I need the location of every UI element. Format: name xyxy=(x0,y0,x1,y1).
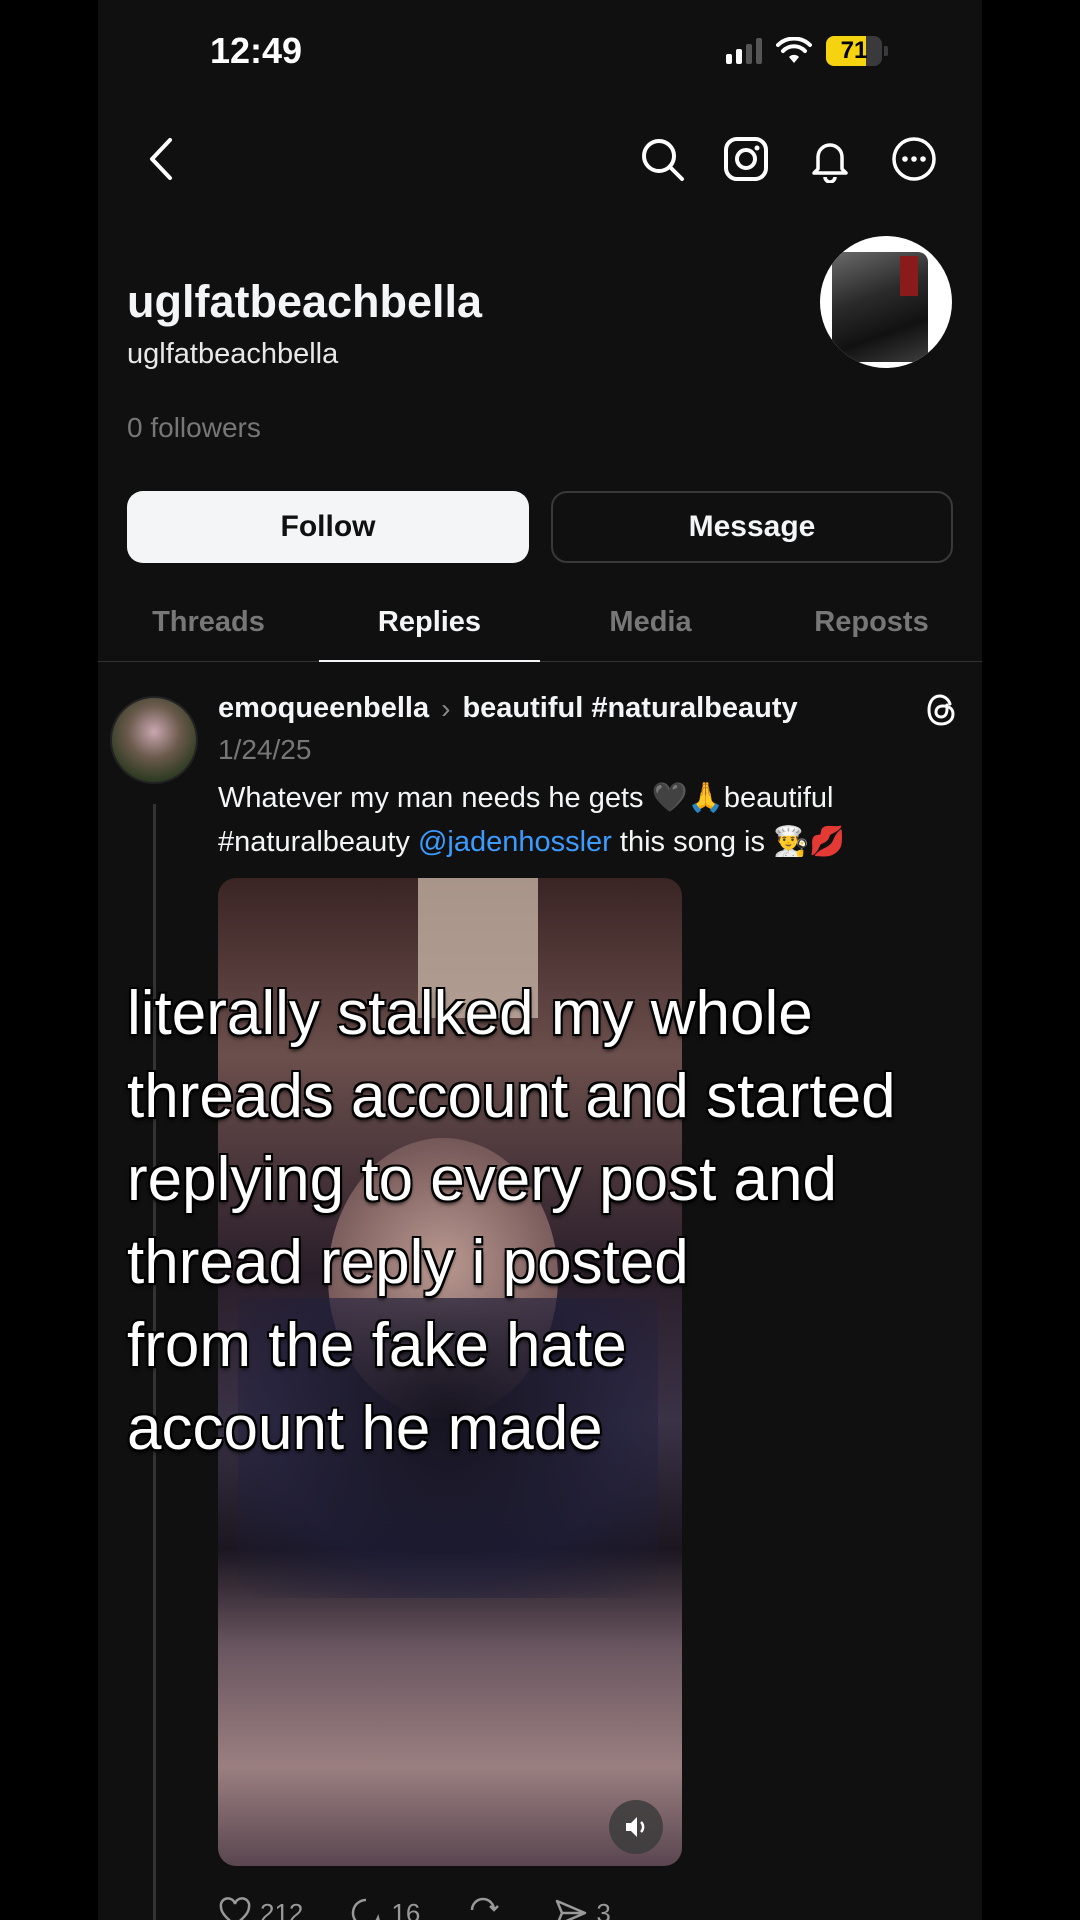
comment-count: 16 xyxy=(391,1897,421,1920)
wifi-icon xyxy=(776,37,812,63)
comment-icon xyxy=(352,1898,381,1920)
message-button[interactable]: Message xyxy=(551,491,953,563)
video-caption-overlay: literally stalked my whole threads accou… xyxy=(127,979,896,1463)
threads-logo-icon xyxy=(927,694,955,726)
more-options-icon[interactable] xyxy=(890,135,938,183)
post-mention-link[interactable]: @jadenhossler xyxy=(418,826,612,858)
post-header: emoqueenbella › beautiful #naturalbeauty xyxy=(218,692,798,725)
battery-percent: 71 xyxy=(840,37,868,64)
search-icon[interactable] xyxy=(638,135,686,183)
bell-icon[interactable] xyxy=(806,135,854,183)
post-author-avatar[interactable] xyxy=(110,696,198,784)
post-username[interactable]: emoqueenbella xyxy=(218,692,429,725)
nav-actions xyxy=(638,135,938,183)
post-actions: 212 16 3 xyxy=(218,1896,611,1920)
comment-button[interactable]: 16 xyxy=(349,1896,420,1920)
profile-avatar[interactable] xyxy=(820,236,952,368)
tab-threads[interactable]: Threads xyxy=(98,600,319,661)
post-date: 1/24/25 xyxy=(218,734,312,765)
repost-icon xyxy=(471,1897,500,1912)
cellular-signal-icon xyxy=(726,38,762,64)
instagram-icon[interactable] xyxy=(722,135,770,183)
repost-button[interactable] xyxy=(466,1896,508,1920)
screen: 12:49 71 uglfatbeachbella uglfatbeachbel… xyxy=(98,0,982,1920)
send-icon xyxy=(556,1899,587,1920)
status-time: 12:49 xyxy=(210,30,303,71)
post-body: Whatever my man needs he gets 🖤🙏beautifu… xyxy=(218,776,938,864)
status-indicators: 71 xyxy=(726,36,888,66)
tab-reposts[interactable]: Reposts xyxy=(761,600,982,661)
followers-count[interactable]: 0 followers xyxy=(127,412,261,444)
profile-tabs: Threads Replies Media Reposts xyxy=(98,600,982,662)
like-count: 212 xyxy=(260,1897,304,1920)
profile-display-name: uglfatbeachbella xyxy=(127,276,483,327)
chevron-right-icon: › xyxy=(441,692,451,724)
follow-button[interactable]: Follow xyxy=(127,491,529,563)
post-topic[interactable]: beautiful #naturalbeauty xyxy=(462,692,797,725)
share-button[interactable]: 3 xyxy=(554,1896,611,1920)
back-arrow-icon[interactable] xyxy=(142,134,182,184)
like-button[interactable]: 212 xyxy=(218,1896,303,1920)
battery-icon: 71 xyxy=(826,36,888,66)
tab-replies[interactable]: Replies xyxy=(319,600,540,662)
share-count: 3 xyxy=(596,1897,611,1920)
tab-media[interactable]: Media xyxy=(540,600,761,661)
heart-icon xyxy=(219,1897,251,1920)
speaker-icon[interactable] xyxy=(609,1800,663,1854)
profile-handle: uglfatbeachbella xyxy=(127,338,339,370)
post-text-part2: this song is 👨‍🍳💋 xyxy=(611,826,846,858)
